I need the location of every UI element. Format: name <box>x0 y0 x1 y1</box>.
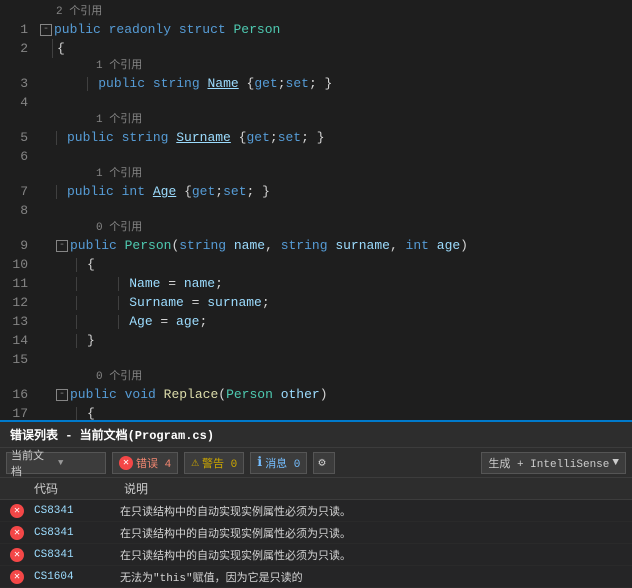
error-row-2[interactable]: ✕ CS8341 在只读结构中的自动实现实例属性必须为只读。 <box>0 522 632 544</box>
line-num-8: 8 <box>4 201 28 220</box>
filter-icon[interactable]: ⚙ <box>313 452 335 474</box>
line-num-5: 5 <box>4 128 28 147</box>
error-msg-2: 在只读结构中的自动实现实例属性必须为只读。 <box>120 525 628 541</box>
col-desc: 说明 <box>120 478 628 499</box>
code-line-3: public string Name { get ; set ; } <box>36 74 632 93</box>
code-line-11: Name = name ; <box>36 274 632 293</box>
info-circle-icon: ℹ <box>257 455 262 470</box>
error-icon-2: ✕ <box>4 526 30 540</box>
ref-hint-surname: 1 个引用 <box>36 112 632 128</box>
code-line-1: - public readonly struct Person <box>36 20 632 39</box>
error-count-btn[interactable]: ✕ 错误 4 <box>112 452 178 474</box>
message-count-label: 消息 0 <box>265 455 300 471</box>
warning-triangle-icon: ⚠ <box>191 455 199 470</box>
line-num-16: 16 <box>4 385 28 404</box>
error-row-4[interactable]: ✕ CS1604 无法为"this"赋值，因为它是只读的 <box>0 566 632 588</box>
error-code-2: CS8341 <box>30 527 120 539</box>
ref-hint-age: 1 个引用 <box>36 166 632 182</box>
message-count-btn[interactable]: ℹ 消息 0 <box>250 452 307 474</box>
error-msg-3: 在只读结构中的自动实现实例属性必须为只读。 <box>120 547 628 563</box>
error-circle-icon: ✕ <box>119 456 133 470</box>
line-num-9: 9 <box>4 236 28 255</box>
editor-area: 1 2 3 4 5 6 7 8 9 10 11 12 13 14 15 16 1… <box>0 0 632 420</box>
error-count-label: 错误 4 <box>136 455 171 471</box>
error-rows: ✕ CS8341 在只读结构中的自动实现实例属性必须为只读。 ✕ CS8341 … <box>0 500 632 588</box>
warning-count-btn[interactable]: ⚠ 警告 0 <box>184 452 244 474</box>
code-line-8 <box>36 201 632 220</box>
code-content[interactable]: 2 个引用 - public readonly struct Person { … <box>36 0 632 420</box>
code-line-2: { <box>36 39 632 58</box>
code-line-14: } <box>36 331 632 350</box>
ref-hint-name: 1 个引用 <box>36 58 632 74</box>
ref-hint-top: 2 个引用 <box>36 4 632 20</box>
error-toolbar: 当前文档 ▼ ✕ 错误 4 ⚠ 警告 0 ℹ 消息 0 ⚙ <box>0 448 632 478</box>
col-code: 代码 <box>30 478 120 499</box>
line-num-15: 15 <box>4 350 28 369</box>
line-num-7: 7 <box>4 182 28 201</box>
error-icon-3: ✕ <box>4 548 30 562</box>
line-num-6: 6 <box>4 147 28 166</box>
code-line-7: public int Age { get ; set ; } <box>36 182 632 201</box>
line-num-4: 4 <box>4 93 28 112</box>
filter-label: 当前文档 <box>11 447 54 479</box>
error-panel-title: 错误列表 - 当前文档(Program.cs) <box>10 426 214 443</box>
error-icon-1: ✕ <box>4 504 30 518</box>
error-code-1: CS8341 <box>30 505 120 517</box>
code-line-13: Age = age ; <box>36 312 632 331</box>
error-row-3[interactable]: ✕ CS8341 在只读结构中的自动实现实例属性必须为只读。 <box>0 544 632 566</box>
dropdown-arrow-icon: ▼ <box>58 458 101 468</box>
build-label: 生成 + IntelliSense <box>488 455 609 471</box>
error-panel-header: 错误列表 - 当前文档(Program.cs) <box>0 422 632 448</box>
line-num-3: 3 <box>4 74 28 93</box>
app-container: 1 2 3 4 5 6 7 8 9 10 11 12 13 14 15 16 1… <box>0 0 632 588</box>
code-line-9: - public Person ( string name , string s… <box>36 236 632 255</box>
line-num-12: 12 <box>4 293 28 312</box>
error-code-3: CS8341 <box>30 549 120 561</box>
code-line-17: { <box>36 404 632 420</box>
ref-hint-replace: 0 个引用 <box>36 369 632 385</box>
error-code-4: CS1604 <box>30 571 120 583</box>
line-numbers: 1 2 3 4 5 6 7 8 9 10 11 12 13 14 15 16 1… <box>0 0 36 420</box>
line-num-2: 2 <box>4 39 28 58</box>
code-line-4 <box>36 93 632 112</box>
line-num-10: 10 <box>4 255 28 274</box>
code-line-16: - public void Replace ( Person other ) <box>36 385 632 404</box>
code-line-5: public string Surname { get ; set ; } <box>36 128 632 147</box>
warning-count-label: 警告 0 <box>202 455 237 471</box>
error-msg-4: 无法为"this"赋值，因为它是只读的 <box>120 569 628 585</box>
error-row-1[interactable]: ✕ CS8341 在只读结构中的自动实现实例属性必须为只读。 <box>0 500 632 522</box>
error-table-header: 代码 说明 <box>0 478 632 500</box>
collapse-btn-16[interactable]: - <box>56 389 68 401</box>
code-line-15 <box>36 350 632 369</box>
ref-hint-ctor: 0 个引用 <box>36 220 632 236</box>
error-msg-1: 在只读结构中的自动实现实例属性必须为只读。 <box>120 503 628 519</box>
line-num-1: 1 <box>4 20 28 39</box>
filter-dropdown[interactable]: 当前文档 ▼ <box>6 452 106 474</box>
intellisense-btn[interactable]: 生成 + IntelliSense ▼ <box>481 452 626 474</box>
line-num-17: 17 <box>4 404 28 420</box>
collapse-btn-9[interactable]: - <box>56 240 68 252</box>
error-panel: 错误列表 - 当前文档(Program.cs) 当前文档 ▼ ✕ 错误 4 ⚠ … <box>0 420 632 588</box>
line-num-14: 14 <box>4 331 28 350</box>
code-line-12: Surname = surname ; <box>36 293 632 312</box>
dropdown-arrow2-icon: ▼ <box>612 457 619 469</box>
error-icon-4: ✕ <box>4 570 30 584</box>
collapse-btn-1[interactable]: - <box>40 24 52 36</box>
code-line-6 <box>36 147 632 166</box>
line-num-11: 11 <box>4 274 28 293</box>
code-line-10: { <box>36 255 632 274</box>
line-num-13: 13 <box>4 312 28 331</box>
